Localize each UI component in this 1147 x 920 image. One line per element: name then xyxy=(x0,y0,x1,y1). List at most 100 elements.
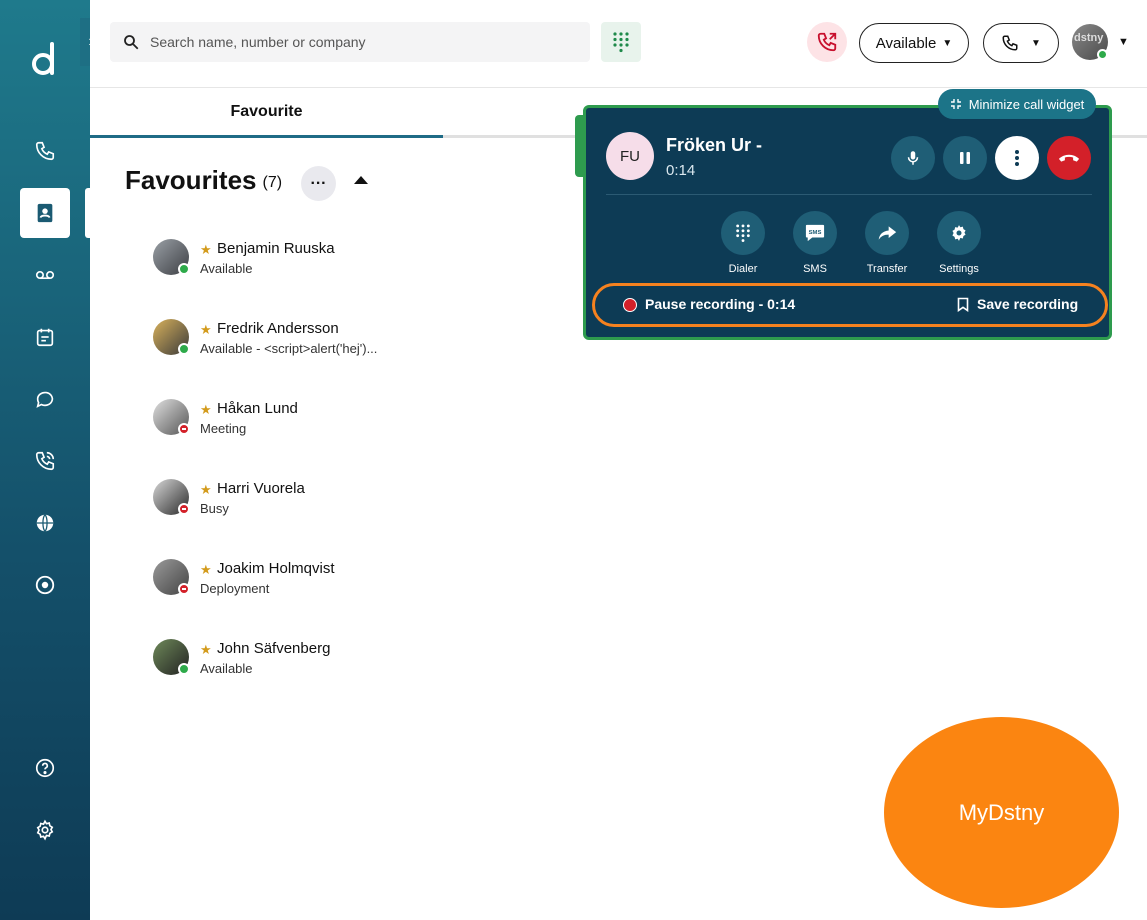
nav-chat[interactable] xyxy=(20,374,70,424)
caret-up-icon[interactable] xyxy=(354,176,368,184)
recording-dot-icon[interactable] xyxy=(623,298,637,312)
contact-name: Benjamin Ruuska xyxy=(217,240,335,257)
call-settings-action[interactable]: Settings xyxy=(929,211,989,275)
page-title: Favourites xyxy=(125,165,257,195)
presence-dot xyxy=(178,263,190,275)
sms-icon: SMS xyxy=(805,224,825,242)
save-recording-label: Save recording xyxy=(977,296,1079,312)
sms-label: SMS xyxy=(803,263,827,275)
caller-initials: FU xyxy=(620,147,640,165)
ellipsis-icon: ··· xyxy=(310,174,327,192)
nav-contacts[interactable] xyxy=(20,188,70,238)
recording-bar: Pause recording - 0:14 Save recording xyxy=(592,283,1108,327)
hold-button[interactable] xyxy=(943,136,987,180)
call-settings-button[interactable] xyxy=(937,211,981,255)
sms-action[interactable]: SMS SMS xyxy=(785,211,845,275)
dialer-button[interactable] xyxy=(721,211,765,255)
mydstny-bubble[interactable]: MyDstny xyxy=(884,717,1119,908)
transfer-label: Transfer xyxy=(866,263,908,275)
active-call-indicator[interactable] xyxy=(807,22,847,62)
list-item[interactable]: ★ Joakim Holmqvist Deployment xyxy=(153,559,473,599)
status-label: Available xyxy=(875,34,937,52)
pause-icon xyxy=(960,152,970,164)
phone-device-select[interactable]: ▼ xyxy=(983,23,1059,63)
nav-settings[interactable] xyxy=(20,805,70,855)
contact-status: Busy xyxy=(200,501,229,516)
tab-favourite[interactable]: Favourite xyxy=(90,88,443,138)
svg-text:SMS: SMS xyxy=(809,230,822,236)
presence-dot xyxy=(178,423,190,435)
dialer-label: Dialer xyxy=(728,263,758,275)
more-call-options-button[interactable] xyxy=(995,136,1039,180)
phone-icon xyxy=(35,141,55,161)
dialpad-icon xyxy=(613,32,629,53)
nav-calendar[interactable] xyxy=(20,312,70,362)
minimize-call-widget-button[interactable]: Minimize call widget xyxy=(938,89,1096,119)
list-item[interactable]: ★ Benjamin Ruuska Available xyxy=(153,239,473,279)
contact-status: Available - <script>alert('hej')... xyxy=(200,341,378,356)
divider xyxy=(606,194,1092,195)
nav-media[interactable] xyxy=(20,560,70,610)
presence-dot xyxy=(178,663,190,675)
sms-button[interactable]: SMS xyxy=(793,211,837,255)
contact-status: Deployment xyxy=(200,581,270,596)
voicemail-icon xyxy=(35,270,55,280)
nav-voicemail[interactable] xyxy=(20,250,70,300)
transfer-button[interactable] xyxy=(865,211,909,255)
nav-call-history[interactable] xyxy=(20,436,70,486)
presence-dot xyxy=(178,343,190,355)
list-item[interactable]: ★ Håkan Lund Meeting xyxy=(153,399,473,439)
user-presence-dot xyxy=(1097,49,1108,60)
call-widget: FU Fröken Ur - 0:14 Dialer SMS SMS Trans… xyxy=(583,105,1112,340)
contact-status: Available xyxy=(200,261,253,276)
presence-status-select[interactable]: Available ▼ xyxy=(859,23,969,63)
more-options-button[interactable]: ··· xyxy=(301,166,336,201)
top-bar: Available ▼ ▼ dstny ▼ xyxy=(90,0,1147,88)
transfer-action[interactable]: Transfer xyxy=(857,211,917,275)
gear-icon xyxy=(952,225,966,241)
caller-name: Fröken Ur - xyxy=(666,135,763,155)
bookmark-icon xyxy=(957,297,969,312)
contact-name: Håkan Lund xyxy=(217,400,298,417)
pause-recording-button[interactable]: Pause recording - 0:14 xyxy=(645,296,795,312)
dialpad-icon xyxy=(736,224,750,242)
favourites-header: Favourites (7) xyxy=(125,165,282,196)
hangup-button[interactable] xyxy=(1047,136,1091,180)
contact-name: Joakim Holmqvist xyxy=(217,560,335,577)
contacts-book-icon xyxy=(37,203,53,223)
presence-dot xyxy=(178,583,190,595)
brand-bubble-label: MyDstny xyxy=(958,799,1045,825)
list-item[interactable]: ★ Fredrik Andersson Available - <script>… xyxy=(153,319,473,359)
nav-web[interactable] xyxy=(20,498,70,548)
chat-bubble-icon xyxy=(36,391,54,408)
star-icon: ★ xyxy=(200,322,212,337)
minimize-label: Minimize call widget xyxy=(968,96,1085,112)
phone-history-icon xyxy=(35,451,55,471)
caret-down-icon: ▼ xyxy=(1031,37,1041,49)
caret-down-icon[interactable]: ▼ xyxy=(1118,36,1129,48)
vertical-ellipsis-icon xyxy=(1015,150,1019,166)
dialer-action[interactable]: Dialer xyxy=(713,211,773,275)
contact-status: Available xyxy=(200,661,253,676)
nav-help[interactable] xyxy=(20,743,70,793)
nav-calls[interactable] xyxy=(20,126,70,176)
save-recording-button[interactable]: Save recording xyxy=(957,296,1078,312)
mute-button[interactable] xyxy=(891,136,935,180)
tab-favourite-label: Favourite xyxy=(230,102,303,120)
sidebar xyxy=(0,0,90,920)
caret-down-icon: ▼ xyxy=(942,37,953,49)
help-icon xyxy=(35,758,55,778)
avatar-text: dstny xyxy=(1074,32,1104,44)
contact-status: Meeting xyxy=(200,421,247,436)
star-icon: ★ xyxy=(200,642,212,657)
list-item[interactable]: ★ John Säfvenberg Available xyxy=(153,639,473,679)
dialpad-button[interactable] xyxy=(601,22,641,62)
microphone-icon xyxy=(907,151,919,165)
dstny-logo xyxy=(32,42,54,75)
list-item[interactable]: ★ Harri Vuorela Busy xyxy=(153,479,473,519)
call-settings-label: Settings xyxy=(939,263,979,275)
contact-name: John Säfvenberg xyxy=(217,640,331,657)
search-input[interactable] xyxy=(150,34,570,50)
disc-icon xyxy=(35,575,55,595)
caller-avatar: FU xyxy=(606,132,654,180)
